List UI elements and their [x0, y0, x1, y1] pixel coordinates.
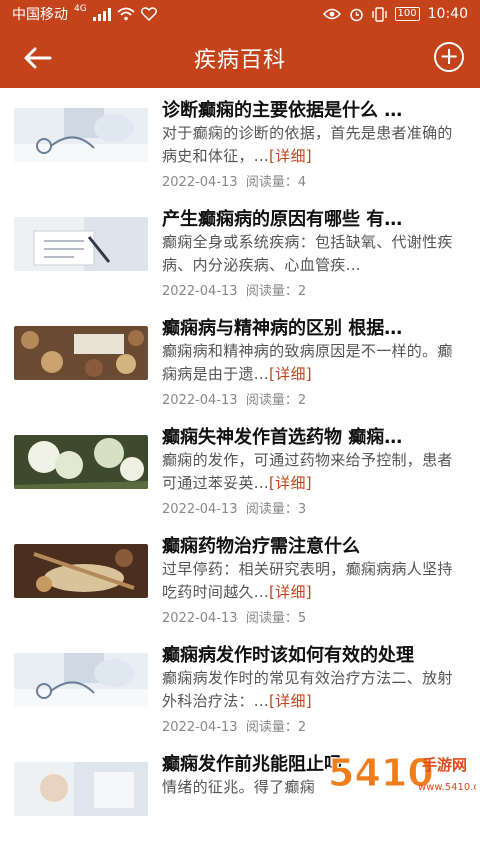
page-title: 疾病百科: [193, 48, 286, 73]
article-summary: 癫痫病发作时的常见有效治疗方法二、放射外科治疗法：...[详细]: [162, 669, 453, 710]
article-meta: 2022-04-13 阅读量：5: [162, 607, 306, 626]
list-item[interactable]: 癫痫病与精神病的区别 根据… 癫痫病和精神病的致病原因是不一样的。癫痫病是由于遗…: [0, 306, 480, 415]
article-thumbnail: [14, 435, 148, 489]
article-date: 2022-04-13: [162, 393, 238, 408]
article-date: 2022-04-13: [162, 611, 238, 626]
list-item[interactable]: 癫痫失神发作首选药物 癫痫… 癫痫的发作，可通过药物来给予控制，患者可通过苯妥英…: [0, 415, 480, 524]
article-date: 2022-04-13: [162, 720, 238, 735]
article-thumbnail: [14, 653, 148, 707]
article-title: 癫痫失神发作首选药物 癫痫…: [162, 427, 403, 448]
detail-link[interactable]: [详细]: [269, 474, 312, 492]
article-title: 诊断癫痫的主要依据是什么 …: [162, 100, 403, 121]
detail-link[interactable]: [详细]: [269, 692, 312, 710]
article-thumbnail: [14, 326, 148, 380]
article-meta: 2022-04-13 阅读量：4: [162, 171, 306, 190]
article-title: 产生癫痫病的原因有哪些 有…: [162, 209, 403, 230]
article-thumbnail: [14, 544, 148, 598]
article-title: 癫痫病发作时该如何有效的处理: [162, 645, 414, 666]
list-item[interactable]: 产生癫痫病的原因有哪些 有… 癫痫全身或系统疾病：包括缺氧、代谢性疾病、内分泌疾…: [0, 197, 480, 306]
article-thumbnail: [14, 217, 148, 271]
heart-icon: [140, 7, 157, 21]
wifi-icon: [117, 7, 135, 21]
article-reads: 阅读量：5: [245, 611, 307, 626]
article-reads: 阅读量：2: [245, 720, 307, 735]
article-reads: 阅读量：2: [245, 393, 307, 408]
article-summary: 癫痫的发作，可通过药物来给予控制，患者可通过苯妥英...[详细]: [162, 451, 453, 492]
clock-label: 10:40: [427, 6, 468, 22]
article-list: 诊断癫痫的主要依据是什么 … 对于癫痫的诊断的依据，首先是患者准确的病史和体征，…: [0, 88, 480, 851]
svg-text:www.5410.cn: www.5410.cn: [418, 782, 476, 793]
article-date: 2022-04-13: [162, 175, 238, 190]
article-meta: 2022-04-13 阅读量：2: [162, 280, 306, 299]
article-title: 癫痫药物治疗需注意什么: [162, 536, 360, 557]
article-meta: 2022-04-13 阅读量：2: [162, 389, 306, 408]
battery-indicator: 100: [394, 7, 420, 21]
article-summary: 对于癫痫的诊断的依据，首先是患者准确的病史和体征，...[详细]: [162, 124, 453, 165]
article-reads: 阅读量：4: [245, 175, 307, 190]
app-bar: 疾病百科 +: [0, 28, 480, 88]
article-thumbnail: [14, 108, 148, 162]
article-summary: 癫痫病和精神病的致病原因是不一样的。癫痫病是由于遗...[详细]: [162, 342, 453, 383]
article-reads: 阅读量：2: [245, 284, 307, 299]
list-item[interactable]: 癫痫药物治疗需注意什么 过早停药：相关研究表明，癫痫病病人坚持吃药时间越久...…: [0, 524, 480, 633]
network-type-label: 4G: [74, 4, 87, 14]
plus-icon: +: [438, 42, 460, 70]
article-date: 2022-04-13: [162, 502, 238, 517]
article-date: 2022-04-13: [162, 284, 238, 299]
detail-link[interactable]: [详细]: [269, 147, 312, 165]
list-item[interactable]: 癫痫病发作时该如何有效的处理 癫痫病发作时的常见有效治疗方法二、放射外科治疗法：…: [0, 633, 480, 742]
article-reads: 阅读量：3: [245, 502, 307, 517]
alarm-icon: [349, 8, 363, 21]
article-summary: 过早停药：相关研究表明，癫痫病病人坚持吃药时间越久...[详细]: [162, 560, 453, 601]
article-title: 癫痫病与精神病的区别 根据…: [162, 318, 403, 339]
article-summary: 癫痫全身或系统疾病：包括缺氧、代谢性疾病、内分泌疾病、心血管疾…: [162, 233, 453, 274]
status-bar: 中国移动 4G 100 10:40: [0, 0, 480, 28]
article-meta: 2022-04-13 阅读量：2: [162, 716, 306, 735]
detail-link[interactable]: [详细]: [269, 583, 312, 601]
eye-icon: [322, 8, 341, 20]
carrier-label: 中国移动: [12, 7, 68, 23]
article-thumbnail: [14, 762, 148, 816]
list-item[interactable]: 诊断癫痫的主要依据是什么 … 对于癫痫的诊断的依据，首先是患者准确的病史和体征，…: [0, 88, 480, 197]
add-button[interactable]: +: [434, 42, 464, 72]
svg-text:手游网: 手游网: [422, 756, 467, 774]
signal-icon: [92, 8, 111, 21]
vibrate-icon: [371, 6, 387, 22]
watermark-logo: 5410 手游网 www.5410.cn: [328, 751, 477, 796]
article-meta: 2022-04-13 阅读量：3: [162, 498, 306, 517]
detail-link[interactable]: [详细]: [269, 365, 312, 383]
